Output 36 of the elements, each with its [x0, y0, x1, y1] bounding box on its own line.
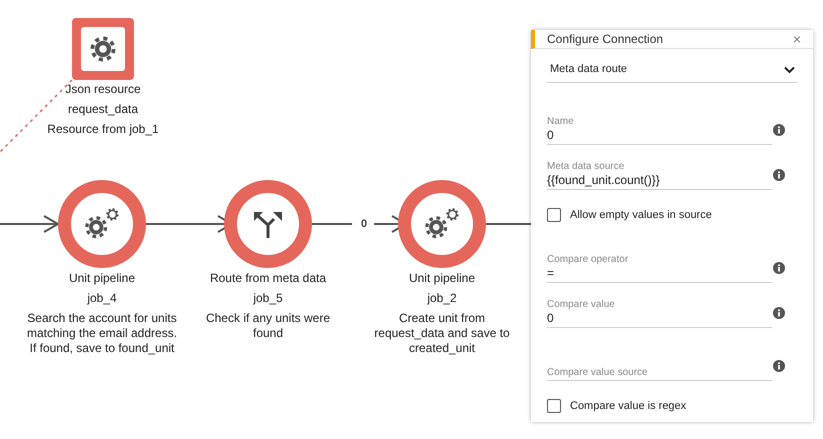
node-name: request_data	[68, 102, 138, 118]
input-field[interactable]: Compare operator =	[547, 248, 772, 282]
connector-line	[312, 223, 352, 225]
node-title: Json resource	[65, 82, 141, 98]
input-field[interactable]: Name 0	[547, 110, 772, 144]
node-description: Create unit from request_data and save to created_unit	[373, 311, 511, 356]
node-name: job_2	[427, 291, 457, 307]
connector-line	[486, 223, 532, 225]
gear-icon	[88, 34, 118, 64]
checkbox[interactable]	[547, 208, 561, 222]
node-title: Route from meta data	[210, 271, 326, 287]
node-title: Unit pipeline	[408, 271, 476, 287]
checkbox-label: Compare value is regex	[570, 398, 686, 414]
node-name: job_5	[253, 291, 283, 307]
type-dropdown[interactable]: Meta data route	[547, 57, 797, 83]
node-description: Search the account for units matching the email address. If found, save to found_unit	[26, 311, 178, 356]
checkbox[interactable]	[547, 399, 561, 413]
checkbox-label: Allow empty values in source	[570, 208, 712, 223]
info-icon	[773, 306, 785, 318]
info-icon	[773, 262, 785, 274]
connection-label: 0	[360, 217, 368, 232]
node-description: Resource from job_1	[47, 122, 159, 137]
info-icon	[773, 360, 785, 372]
chevron-down-icon	[784, 66, 795, 74]
connector-arrow	[0, 215, 60, 233]
node-name: job_4	[87, 291, 117, 307]
node-title: Unit pipeline	[68, 271, 136, 287]
info-icon	[773, 168, 785, 180]
input-field[interactable]: Compare value source	[547, 346, 772, 380]
input-field[interactable]: Meta data source {{found_unit.count()}}	[547, 156, 772, 190]
resource-node[interactable]	[72, 18, 134, 80]
panel-title: Configure Connection	[547, 31, 664, 48]
info-icon	[773, 124, 785, 136]
close-button[interactable]: ×	[792, 32, 801, 46]
node-description: Check if any units were found	[204, 311, 332, 341]
input-field[interactable]: Compare value 0	[547, 294, 772, 328]
